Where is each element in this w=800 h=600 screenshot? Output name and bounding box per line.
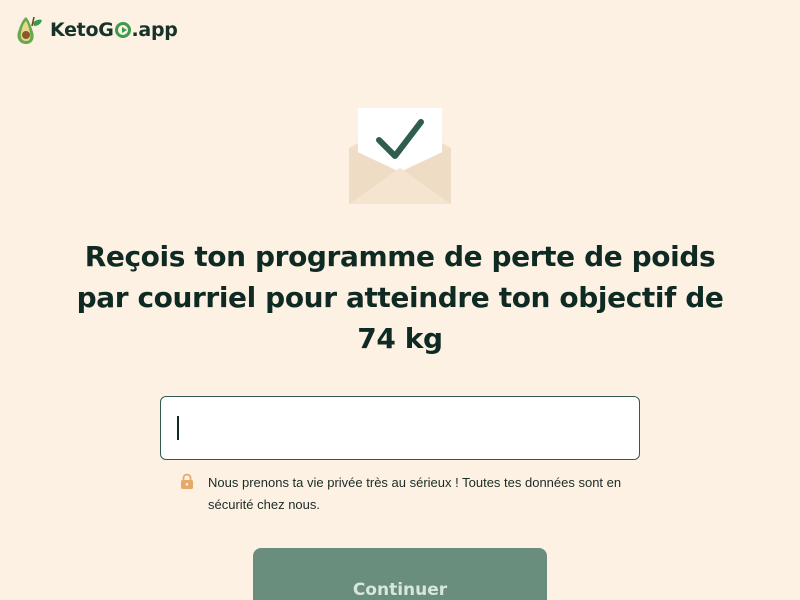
brand-name-g: G [98, 19, 114, 41]
text-cursor [177, 416, 179, 440]
page: Keto G .app Reçois ton programme de perte … [0, 0, 800, 600]
continue-button[interactable]: Continuer [253, 548, 547, 600]
brand-logo[interactable]: Keto G .app [14, 14, 178, 46]
envelope-check-icon [349, 108, 451, 204]
play-o-icon [114, 22, 131, 38]
privacy-note: Nous prenons ta vie privée très au série… [180, 472, 640, 516]
brand-name-suffix: .app [131, 19, 178, 41]
brand-name: Keto G .app [50, 19, 178, 41]
email-field[interactable] [160, 396, 640, 460]
privacy-text: Nous prenons ta vie privée très au série… [208, 475, 622, 512]
lock-icon [181, 473, 193, 489]
page-title: Reçois ton programme de perte de poids p… [76, 240, 724, 355]
brand-name-prefix: Keto [50, 19, 99, 41]
avocado-icon [17, 16, 42, 44]
